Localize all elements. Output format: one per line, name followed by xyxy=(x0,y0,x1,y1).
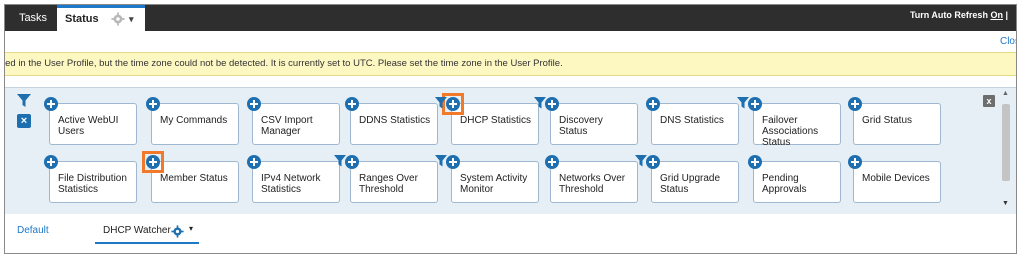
add-widget-icon[interactable] xyxy=(748,97,762,111)
auto-refresh-toggle[interactable]: On xyxy=(990,10,1003,20)
filter-icon[interactable] xyxy=(17,94,31,108)
filter-icon[interactable] xyxy=(435,97,447,109)
add-widget-icon[interactable] xyxy=(848,97,862,111)
widget-card[interactable]: System Activity Monitor xyxy=(435,155,539,203)
widget-card[interactable]: DNS Statistics xyxy=(646,97,739,145)
gear-icon[interactable] xyxy=(171,225,184,238)
add-widget-icon[interactable] xyxy=(748,155,762,169)
add-widget-icon[interactable] xyxy=(345,155,359,169)
auto-refresh: Turn Auto Refresh On | xyxy=(910,5,1008,31)
widget-card[interactable]: Networks Over Threshold xyxy=(545,155,638,203)
filter-icon[interactable] xyxy=(635,155,647,167)
widget-card[interactable]: IPv4 Network Statistics xyxy=(247,155,340,203)
widget-card[interactable]: CSV Import Manager xyxy=(247,97,340,145)
widget-card[interactable]: File Distribution Statistics xyxy=(44,155,137,203)
widget-title: IPv4 Network Statistics xyxy=(261,173,321,195)
warning-text: led in the User Profile, but the time zo… xyxy=(5,58,563,69)
dashboard-panel: × x ▲ ▼ Active WebUI Users My Commands CSV… xyxy=(5,87,1016,215)
scrollbar[interactable]: ▲ ▼ xyxy=(1000,90,1012,212)
add-widget-icon[interactable] xyxy=(545,97,559,111)
add-widget-icon[interactable] xyxy=(646,97,660,111)
widget-card[interactable]: Grid Status xyxy=(848,97,941,145)
widget-title: Grid Status xyxy=(862,115,913,126)
widget-title: CSV Import Manager xyxy=(261,115,313,137)
add-widget-icon[interactable] xyxy=(44,97,58,111)
widget-title: System Activity Monitor xyxy=(460,173,528,195)
tab-default[interactable]: Default xyxy=(17,225,49,236)
timezone-warning-banner: led in the User Profile, but the time zo… xyxy=(5,52,1016,76)
chevron-down-icon[interactable]: ▾ xyxy=(129,8,134,31)
auto-refresh-label: Turn Auto Refresh xyxy=(909,10,988,20)
widget-card[interactable]: My Commands xyxy=(146,97,239,145)
add-widget-icon[interactable] xyxy=(545,155,559,169)
filter-icon[interactable] xyxy=(334,155,346,167)
close-row: Clos xyxy=(5,31,1016,51)
add-widget-icon[interactable] xyxy=(345,97,359,111)
clear-filter-button[interactable]: × xyxy=(17,114,31,128)
highlight-box xyxy=(142,151,164,173)
widget-title: Active WebUI Users xyxy=(58,115,119,137)
tab-dhcp-watcher-label: DHCP Watcher xyxy=(103,225,171,236)
scroll-down-icon[interactable]: ▼ xyxy=(1002,200,1009,207)
filter-icon[interactable] xyxy=(435,155,447,167)
widget-card[interactable]: Failover Associations Status xyxy=(737,97,841,148)
scrollbar-thumb[interactable] xyxy=(1002,104,1010,181)
gear-icon[interactable] xyxy=(111,12,125,26)
widget-card[interactable]: Mobile Devices xyxy=(848,155,941,203)
widget-card[interactable]: Active WebUI Users xyxy=(44,97,137,145)
widget-title: Discovery Status xyxy=(559,115,603,137)
app-frame: Tasks Status ▾ Turn Auto Refresh On | Cl… xyxy=(4,4,1017,254)
widget-card[interactable]: DHCP Statistics xyxy=(435,93,539,145)
widget-title: Ranges Over Threshold xyxy=(359,173,418,195)
widget-title: Networks Over Threshold xyxy=(559,173,626,195)
dashboard-tabs: Default DHCP Watcher ▾ xyxy=(5,214,1016,252)
scroll-up-icon[interactable]: ▲ xyxy=(1002,90,1009,97)
widget-card[interactable]: Pending Approvals xyxy=(748,155,841,203)
close-icon[interactable]: x xyxy=(983,95,995,107)
widget-card[interactable]: Member Status xyxy=(142,151,239,203)
widget-card[interactable]: DDNS Statistics xyxy=(345,97,438,145)
close-link[interactable]: Clos xyxy=(1000,36,1016,47)
tab-status[interactable]: Status ▾ xyxy=(57,5,145,31)
widget-card[interactable]: Discovery Status xyxy=(534,97,638,145)
widget-title: My Commands xyxy=(160,115,228,126)
widget-title: Pending Approvals xyxy=(762,173,807,195)
tab-status-label: Status xyxy=(65,13,99,25)
separator: | xyxy=(1005,10,1008,20)
add-widget-icon[interactable] xyxy=(247,155,261,169)
add-widget-icon[interactable] xyxy=(146,97,160,111)
widget-title: Member Status xyxy=(160,173,228,184)
top-bar: Tasks Status ▾ Turn Auto Refresh On | xyxy=(5,5,1016,31)
tab-dhcp-watcher[interactable]: DHCP Watcher ▾ xyxy=(95,220,199,244)
add-widget-icon[interactable] xyxy=(848,155,862,169)
widget-title: File Distribution Statistics xyxy=(58,173,127,195)
widget-card[interactable]: Ranges Over Threshold xyxy=(334,155,438,203)
widget-card[interactable]: Grid Upgrade Status xyxy=(635,155,739,203)
tab-tasks[interactable]: Tasks xyxy=(11,5,55,31)
add-widget-icon[interactable] xyxy=(446,155,460,169)
widget-title: DHCP Statistics xyxy=(460,115,531,126)
chevron-down-icon[interactable]: ▾ xyxy=(189,224,193,233)
widget-title: Failover Associations Status xyxy=(762,115,819,148)
add-widget-icon[interactable] xyxy=(247,97,261,111)
add-widget-icon[interactable] xyxy=(44,155,58,169)
widget-title: Mobile Devices xyxy=(862,173,930,184)
add-widget-icon[interactable] xyxy=(646,155,660,169)
filter-icon[interactable] xyxy=(534,97,546,109)
widget-title: DDNS Statistics xyxy=(359,115,431,126)
widget-title: DNS Statistics xyxy=(660,115,724,126)
widget-title: Grid Upgrade Status xyxy=(660,173,721,195)
filter-icon[interactable] xyxy=(737,97,749,109)
